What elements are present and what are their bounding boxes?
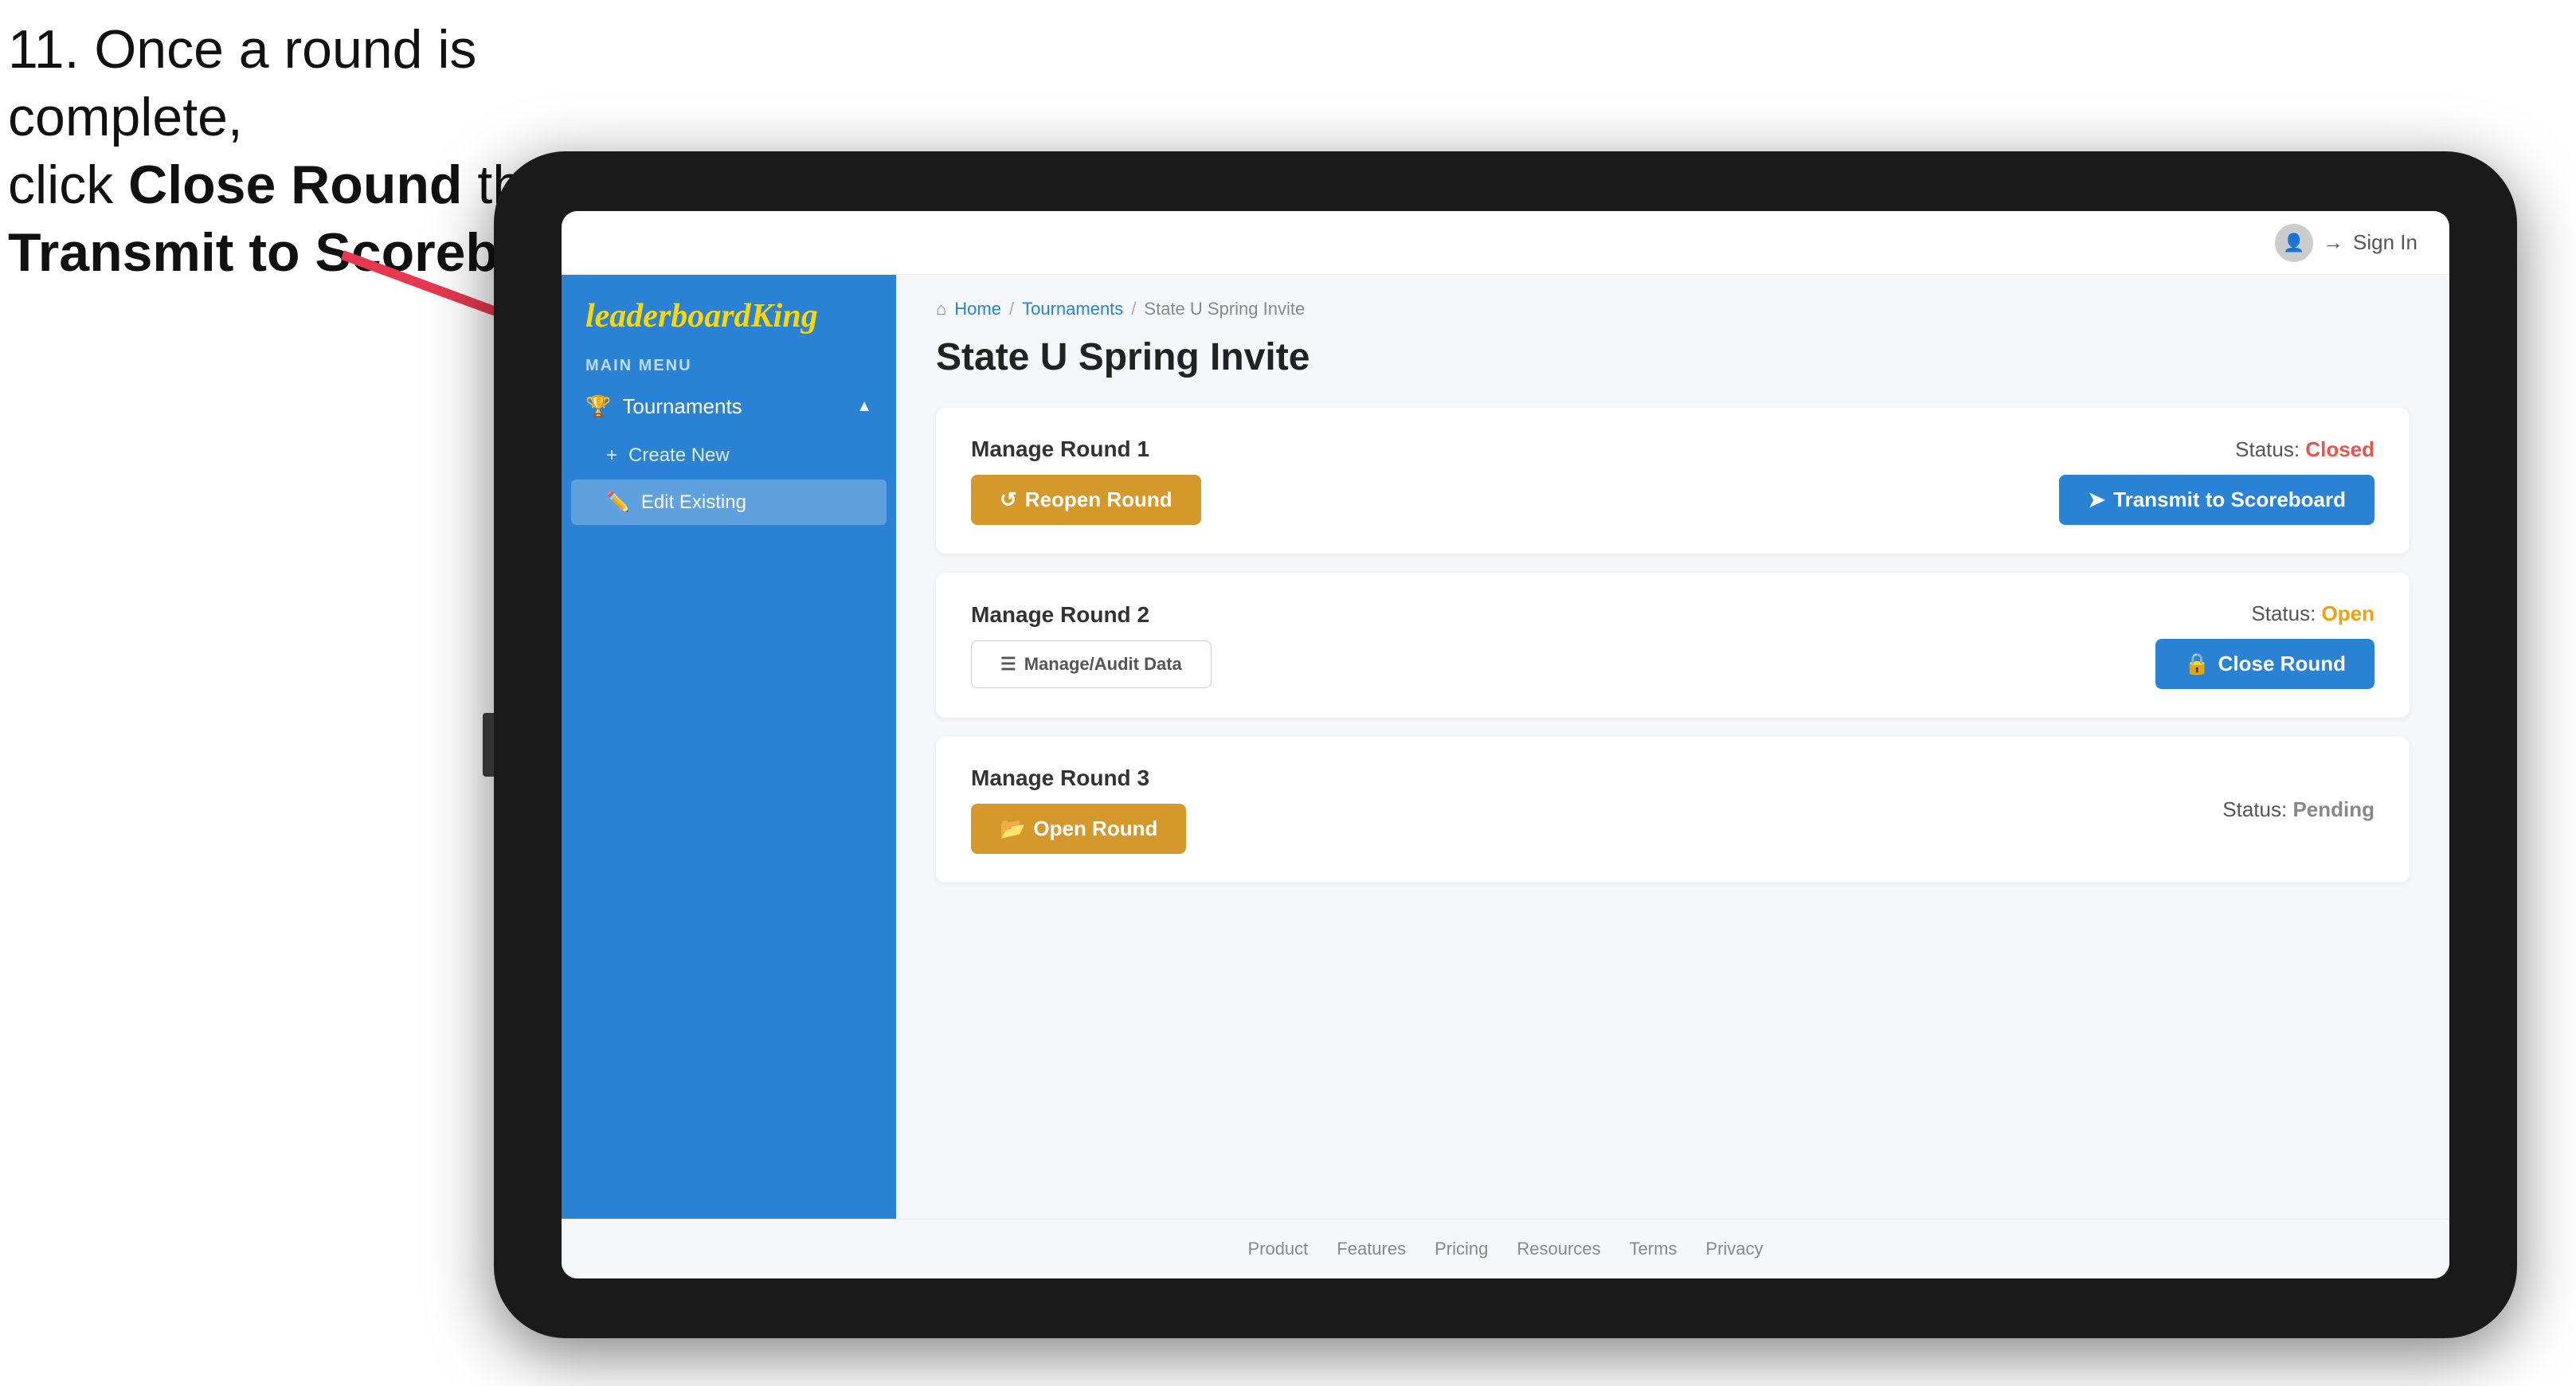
tablet-side-button: [483, 713, 494, 777]
audit-icon: ☰: [1000, 654, 1016, 675]
round-1-left: Manage Round 1 ↺ Reopen Round: [971, 437, 1201, 525]
round-2-title: Manage Round 2: [971, 602, 1212, 628]
open-round-label: Open Round: [1033, 816, 1157, 841]
logo-bold: King: [751, 298, 818, 335]
round-card-3: Manage Round 3 📂 Open Round Status: Pend…: [936, 737, 2410, 883]
footer-pricing[interactable]: Pricing: [1435, 1239, 1488, 1259]
edit-icon: ✏️: [606, 491, 630, 514]
sidebar: leaderboardKing MAIN MENU 🏆 Tournaments …: [562, 275, 896, 1219]
avatar-icon: 👤: [2275, 224, 2313, 262]
round-3-status: Status: Pending: [2222, 797, 2374, 822]
reopen-round-label: Reopen Round: [1025, 487, 1173, 512]
trophy-icon: 🏆: [585, 394, 611, 419]
home-icon: ⌂: [936, 299, 946, 319]
chevron-icon: ▲: [856, 397, 872, 416]
footer-terms[interactable]: Terms: [1630, 1239, 1678, 1259]
open-round-button[interactable]: 📂 Open Round: [971, 804, 1186, 854]
open-icon: 📂: [1000, 816, 1025, 841]
transmit-scoreboard-button[interactable]: ➤ Transmit to Scoreboard: [2059, 475, 2374, 525]
round-2-status: Status: Open: [2251, 601, 2374, 626]
breadcrumb-sep1: /: [1009, 299, 1014, 319]
reopen-icon: ↺: [1000, 487, 1017, 512]
page-title: State U Spring Invite: [936, 335, 2410, 379]
footer-resources[interactable]: Resources: [1517, 1239, 1600, 1259]
round-1-title: Manage Round 1: [971, 437, 1201, 462]
content-pane: ⌂ Home / Tournaments / State U Spring In…: [896, 275, 2449, 1219]
plus-icon: +: [606, 444, 617, 467]
transmit-icon: ➤: [2088, 487, 2105, 512]
sidebar-sub-create-new[interactable]: + Create New: [562, 433, 896, 478]
logo: leaderboardKing: [585, 299, 872, 333]
round-1-status: Status: Closed: [2235, 437, 2374, 462]
manage-audit-button[interactable]: ☰ Manage/Audit Data: [971, 640, 1212, 688]
tablet-screen: 👤 → Sign In leaderboardKing MAIN MENU 🏆 …: [562, 211, 2449, 1278]
tablet-frame: 👤 → Sign In leaderboardKing MAIN MENU 🏆 …: [494, 151, 2517, 1338]
round-2-left: Manage Round 2 ☰ Manage/Audit Data: [971, 602, 1212, 688]
tournaments-label: Tournaments: [622, 394, 742, 419]
main-content: leaderboardKing MAIN MENU 🏆 Tournaments …: [562, 275, 2449, 1219]
breadcrumb-tournaments[interactable]: Tournaments: [1022, 299, 1123, 319]
sign-in-text[interactable]: Sign In: [2353, 230, 2417, 255]
sidebar-item-tournaments[interactable]: 🏆 Tournaments ▲: [562, 380, 896, 433]
edit-existing-label: Edit Existing: [641, 491, 746, 514]
close-round-button[interactable]: 🔒 Close Round: [2155, 639, 2374, 689]
breadcrumb: ⌂ Home / Tournaments / State U Spring In…: [936, 299, 2410, 319]
round-1-status-value: Closed: [2305, 437, 2374, 461]
round-2-status-value: Open: [2322, 601, 2374, 625]
create-new-label: Create New: [628, 444, 730, 467]
sidebar-sub-edit-existing[interactable]: ✏️ Edit Existing: [571, 480, 887, 525]
breadcrumb-sep2: /: [1131, 299, 1136, 319]
breadcrumb-current: State U Spring Invite: [1144, 299, 1305, 319]
instruction-line1: 11. Once a round is complete,: [8, 19, 476, 147]
footer-product[interactable]: Product: [1247, 1239, 1308, 1259]
footer: Product Features Pricing Resources Terms…: [562, 1219, 2449, 1278]
sign-in-area[interactable]: 👤 → Sign In: [2275, 224, 2417, 262]
round-3-right: Status: Pending: [2222, 797, 2374, 822]
manage-audit-label: Manage/Audit Data: [1024, 654, 1182, 675]
round-3-title: Manage Round 3: [971, 765, 1186, 791]
round-card-2: Manage Round 2 ☰ Manage/Audit Data Statu…: [936, 573, 2410, 718]
transmit-scoreboard-label: Transmit to Scoreboard: [2113, 487, 2346, 512]
logo-area: leaderboardKing: [562, 275, 896, 349]
round-2-right: Status: Open 🔒 Close Round: [2155, 601, 2374, 689]
logo-regular: leaderboard: [585, 298, 751, 335]
top-bar: 👤 → Sign In: [562, 211, 2449, 275]
footer-features[interactable]: Features: [1337, 1239, 1406, 1259]
close-round-label: Close Round: [2218, 652, 2346, 676]
lock-icon: 🔒: [2184, 652, 2210, 676]
main-menu-label: MAIN MENU: [562, 349, 896, 380]
sign-in-label: →: [2323, 230, 2343, 255]
reopen-round-button[interactable]: ↺ Reopen Round: [971, 475, 1201, 525]
footer-privacy[interactable]: Privacy: [1705, 1239, 1763, 1259]
round-3-status-value: Pending: [2292, 797, 2374, 821]
round-3-left: Manage Round 3 📂 Open Round: [971, 765, 1186, 854]
breadcrumb-home[interactable]: Home: [954, 299, 1001, 319]
round-1-right: Status: Closed ➤ Transmit to Scoreboard: [2059, 437, 2374, 525]
round-card-1: Manage Round 1 ↺ Reopen Round Status: Cl…: [936, 408, 2410, 554]
